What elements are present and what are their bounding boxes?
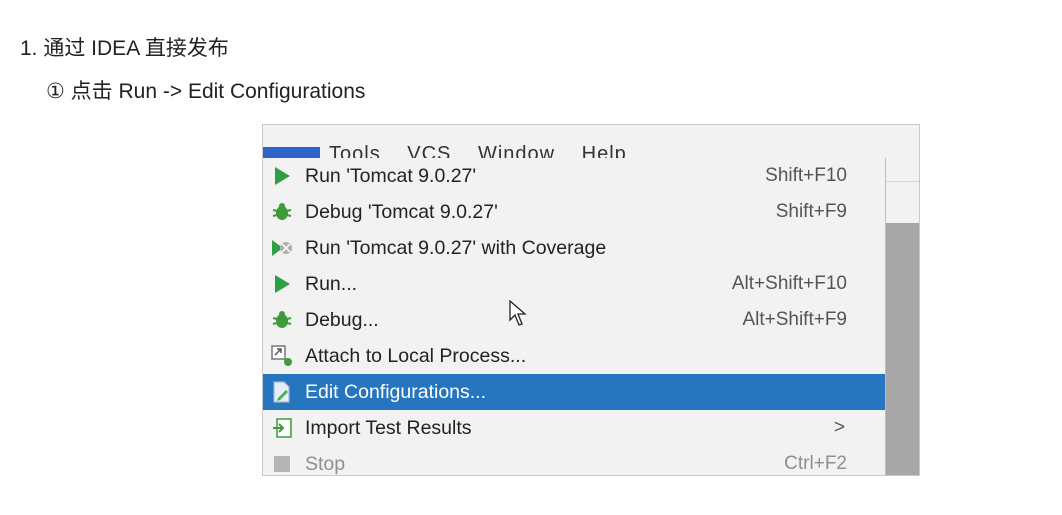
menu-item-debug-ellipsis[interactable]: Debug... Alt+Shift+F9 (263, 302, 885, 338)
editor-background (885, 223, 919, 475)
menu-item-label: Edit Configurations... (305, 380, 487, 403)
run-icon (271, 273, 293, 295)
menu-item-attach-process[interactable]: Attach to Local Process... (263, 338, 885, 374)
run-dropdown-menu: Run 'Tomcat 9.0.27' Shift+F10 Debug 'Tom… (263, 158, 886, 475)
menu-item-label: Import Test Results (305, 416, 472, 439)
menu-item-shortcut: Shift+F10 (765, 165, 847, 186)
submenu-arrow: > (833, 417, 845, 438)
debug-icon (271, 309, 293, 331)
menu-item-stop[interactable]: Stop Ctrl+F2 (263, 446, 885, 475)
import-test-results-icon (271, 417, 293, 439)
mouse-pointer-icon (509, 300, 527, 326)
run-icon (271, 165, 293, 187)
menu-item-run-tomcat[interactable]: Run 'Tomcat 9.0.27' Shift+F10 (263, 158, 885, 194)
debug-icon (271, 201, 293, 223)
menu-item-label: Run 'Tomcat 9.0.27' with Coverage (305, 236, 607, 259)
menu-item-label: Attach to Local Process... (305, 344, 527, 367)
ide-screenshot: Tools VCS Window Help Run 'Tomcat 9.0.27… (262, 124, 920, 476)
menu-item-shortcut: Ctrl+F2 (784, 453, 847, 474)
menu-item-label: Stop (305, 452, 346, 475)
menu-item-edit-configurations[interactable]: Edit Configurations... (263, 374, 885, 410)
section-heading: 1. 通过 IDEA 直接发布 (20, 37, 229, 60)
edit-configurations-icon (271, 381, 293, 403)
menu-item-label: Run 'Tomcat 9.0.27' (305, 164, 477, 187)
menu-item-debug-tomcat[interactable]: Debug 'Tomcat 9.0.27' Shift+F9 (263, 194, 885, 230)
step-instruction: ① 点击 Run -> Edit Configurations (46, 80, 366, 103)
coverage-icon (271, 237, 293, 259)
menu-item-label: Debug 'Tomcat 9.0.27' (305, 200, 498, 223)
menu-item-run-ellipsis[interactable]: Run... Alt+Shift+F10 (263, 266, 885, 302)
menu-item-shortcut: Alt+Shift+F9 (742, 309, 847, 330)
stop-icon (271, 453, 293, 475)
menu-item-run-coverage[interactable]: Run 'Tomcat 9.0.27' with Coverage (263, 230, 885, 266)
menu-item-shortcut: Shift+F9 (775, 201, 847, 222)
attach-process-icon (271, 345, 293, 367)
menu-item-label: Run... (305, 272, 358, 295)
menu-item-shortcut: Alt+Shift+F10 (731, 273, 847, 294)
menu-item-import-test-results[interactable]: Import Test Results > (263, 410, 885, 446)
